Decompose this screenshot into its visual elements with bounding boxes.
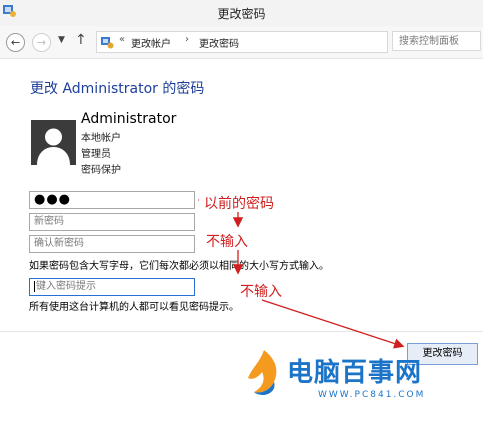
- annotation-previous-password: 以前的密码: [204, 196, 274, 212]
- up-button[interactable]: ↑: [75, 32, 87, 48]
- watermark-url: WWW.PC841.COM: [318, 390, 426, 400]
- user-silhouette-icon: [37, 128, 70, 165]
- arrow-left-icon: ←: [10, 36, 21, 49]
- annotation-no-input-2: 不输入: [240, 284, 282, 300]
- account-role: 管理员: [81, 149, 111, 160]
- annotation-arrow: [261, 299, 405, 349]
- control-panel-icon: [101, 37, 114, 49]
- search-input[interactable]: 搜索控制面板: [392, 31, 481, 51]
- account-type: 本地帐户: [81, 133, 121, 144]
- password-hint-field[interactable]: 键入密码提示: [29, 278, 195, 296]
- window-title: 更改密码: [217, 7, 266, 21]
- current-password-field[interactable]: ●●●: [29, 191, 195, 209]
- avatar: [31, 120, 76, 165]
- title-bar: 更改密码: [0, 0, 483, 27]
- annotation-no-input-1: 不输入: [206, 234, 248, 250]
- new-password-field[interactable]: 新密码: [29, 213, 195, 231]
- page-title: 更改 Administrator 的密码: [30, 81, 205, 97]
- divider: [0, 331, 483, 332]
- text-caret: [34, 280, 35, 292]
- breadcrumb[interactable]: « 更改帐户 › 更改密码 ▼ ↻: [96, 31, 472, 53]
- watermark-text: 电脑百事网: [287, 358, 423, 388]
- address-bar: ← → ▼ ↑ « 更改帐户 › 更改密码 ▼ ↻ 搜索控制面板: [0, 26, 483, 59]
- hint-note: 所有使用这台计算机的人都可以看见密码提示。: [29, 302, 239, 313]
- account-name: Administrator: [81, 111, 177, 127]
- back-button[interactable]: ←: [6, 33, 25, 52]
- breadcrumb-separator: ›: [185, 34, 189, 45]
- account-protection: 密码保护: [81, 165, 121, 176]
- arrow-up-icon: ↑: [75, 32, 87, 48]
- confirm-password-field[interactable]: 确认新密码: [29, 235, 195, 253]
- forward-button[interactable]: →: [32, 33, 51, 52]
- breadcrumb-overflow[interactable]: «: [119, 34, 125, 45]
- current-password-value: ●●●: [34, 192, 72, 207]
- breadcrumb-item-change-account[interactable]: 更改帐户: [131, 35, 171, 50]
- arrow-right-icon: →: [36, 36, 47, 49]
- watermark-logo: [248, 350, 277, 395]
- password-hint-placeholder: 键入密码提示: [36, 281, 96, 292]
- breadcrumb-item-change-password[interactable]: 更改密码: [199, 35, 239, 50]
- recent-pages-dropdown[interactable]: ▼: [58, 35, 65, 45]
- chevron-down-icon: ▼: [58, 35, 65, 45]
- caps-note: 如果密码包含大写字母，它们每次都必须以相同的大小写方式输入。: [29, 261, 329, 272]
